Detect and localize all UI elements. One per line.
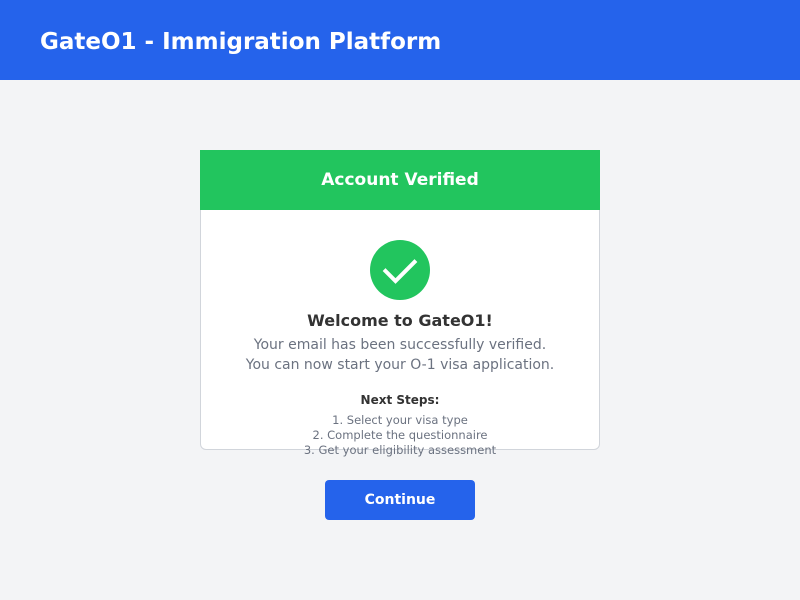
next-steps-list: 1. Select your visa type 2. Complete the… [201,413,599,458]
step-item: 2. Complete the questionnaire [312,428,488,442]
continue-button[interactable]: Continue [325,480,475,520]
app-title: GateO1 - Immigration Platform [40,29,442,55]
verification-card: Account Verified Welcome to GateO1! Your… [200,150,600,457]
card-title: Account Verified [321,170,479,190]
step-item: 3. Get your eligibility assessment [303,443,497,457]
checkmark-icon [382,259,418,284]
application-message: You can now start your O-1 visa applicat… [245,357,555,373]
welcome-heading: Welcome to GateO1! [307,311,493,330]
verification-message: Your email has been successfully verifie… [253,337,547,353]
next-steps-heading: Next Steps: [360,393,440,407]
step-item: 1. Select your visa type [332,413,468,427]
checkmark-circle-icon [370,240,430,300]
app-header: GateO1 - Immigration Platform [0,0,800,80]
card-header: Account Verified [200,150,600,210]
